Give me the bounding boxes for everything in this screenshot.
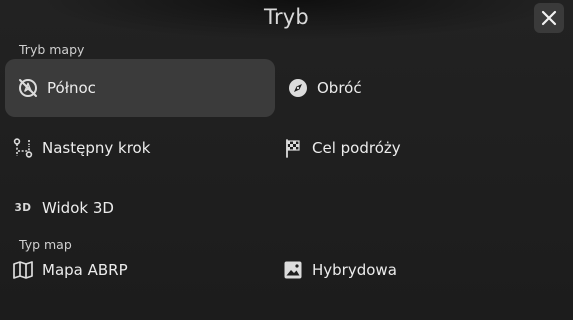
- 3d-icon: 3D: [14, 202, 32, 214]
- option-north[interactable]: Północ: [5, 59, 275, 117]
- option-label: Widok 3D: [42, 199, 114, 217]
- option-label: Cel podróży: [312, 139, 401, 157]
- option-label: Mapa ABRP: [42, 261, 128, 279]
- option-label: Obróć: [317, 79, 362, 97]
- option-rotate[interactable]: Obróć: [275, 59, 545, 117]
- option-next-step[interactable]: Następny krok: [0, 119, 275, 177]
- map-icon: [12, 259, 34, 281]
- close-button[interactable]: [534, 3, 564, 33]
- image-icon: [282, 259, 304, 281]
- close-icon: [541, 10, 557, 26]
- option-abrp-map[interactable]: Mapa ABRP: [0, 241, 275, 299]
- route-steps-icon: [12, 137, 34, 159]
- dialog-title: Tryb: [264, 5, 309, 29]
- option-label: Następny krok: [42, 139, 151, 157]
- checkered-flag-icon: [282, 137, 304, 159]
- compass-icon: [287, 77, 309, 99]
- option-hybrid-map[interactable]: Hybrydowa: [270, 241, 545, 299]
- section-label-map-mode: Tryb mapy: [19, 42, 85, 57]
- option-destination[interactable]: Cel podróży: [270, 119, 545, 177]
- option-label: Północ: [47, 79, 96, 97]
- option-label: Hybrydowa: [312, 261, 397, 279]
- option-3d-view[interactable]: 3D Widok 3D: [0, 179, 275, 237]
- north-up-icon: [17, 77, 39, 99]
